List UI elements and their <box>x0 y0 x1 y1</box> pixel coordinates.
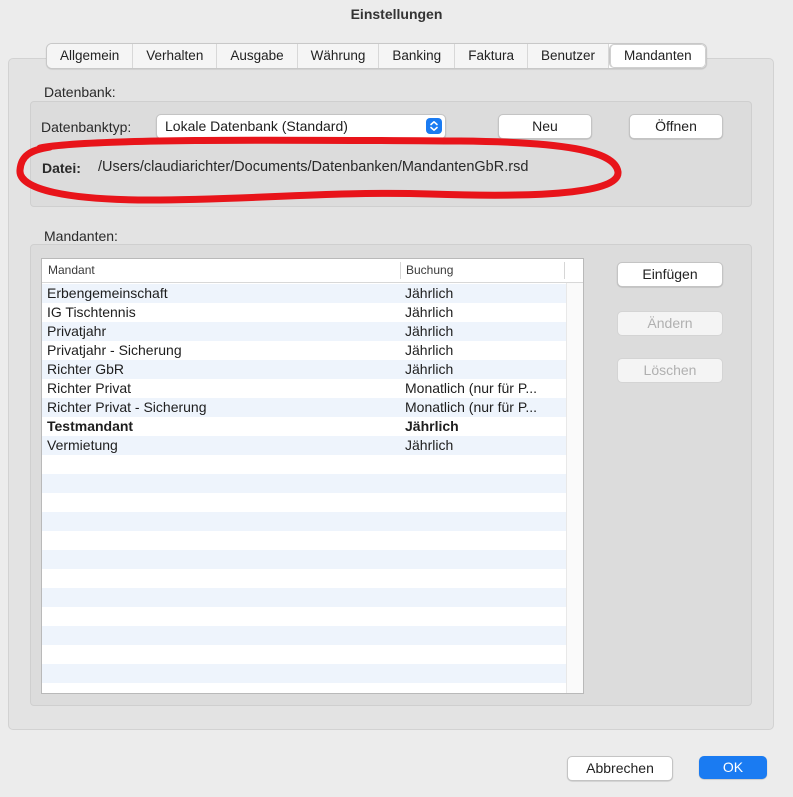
table-scrollbar[interactable] <box>566 283 583 693</box>
column-divider <box>400 262 401 279</box>
ok-button[interactable]: OK <box>699 756 767 779</box>
cell-buchung: Jährlich <box>405 418 459 434</box>
file-path: /Users/claudiarichter/Documents/Datenban… <box>98 159 529 175</box>
table-row[interactable]: Privatjahr Jährlich <box>42 322 566 341</box>
table-row[interactable]: Erbengemeinschaft Jährlich <box>42 284 566 303</box>
delete-client-button[interactable]: Löschen <box>617 358 723 383</box>
cell-mandant: Vermietung <box>47 437 118 453</box>
table-row[interactable]: Richter Privat - Sicherung Monatlich (nu… <box>42 398 566 417</box>
cell-mandant: Erbengemeinschaft <box>47 285 168 301</box>
cell-buchung: Jährlich <box>405 361 454 377</box>
empty-row <box>42 683 566 693</box>
empty-row <box>42 588 566 607</box>
column-divider <box>564 262 565 279</box>
database-type-select[interactable]: Lokale Datenbank (Standard) <box>156 114 446 139</box>
clients-table[interactable]: Mandant Buchung Erbengemeinschaft Jährli… <box>41 258 584 694</box>
column-header-mandant[interactable]: Mandant <box>48 259 95 282</box>
tab-benutzer[interactable]: Benutzer <box>527 44 610 68</box>
clients-section-label: Mandanten: <box>44 228 118 244</box>
empty-row <box>42 569 566 588</box>
empty-row <box>42 493 566 512</box>
table-row[interactable]: Privatjahr - Sicherung Jährlich <box>42 341 566 360</box>
table-header: Mandant Buchung <box>42 259 583 283</box>
tab-ausgabe[interactable]: Ausgabe <box>217 44 298 68</box>
cell-buchung: Monatlich (nur für P... <box>405 380 538 396</box>
empty-row <box>42 455 566 474</box>
empty-row <box>42 531 566 550</box>
tab-mandanten[interactable]: Mandanten <box>609 44 706 68</box>
tab-faktura[interactable]: Faktura <box>455 44 528 68</box>
cell-buchung: Jährlich <box>405 285 454 301</box>
table-row[interactable]: Vermietung Jährlich <box>42 436 566 455</box>
cell-buchung: Jährlich <box>405 304 454 320</box>
table-row[interactable]: Testmandant Jährlich <box>42 417 566 436</box>
cell-buchung: Monatlich (nur für P... <box>405 399 538 415</box>
file-label: Datei: <box>42 160 81 176</box>
cell-mandant: Richter GbR <box>47 361 125 377</box>
chevron-updown-icon <box>426 118 442 134</box>
table-row[interactable]: Richter GbR Jährlich <box>42 360 566 379</box>
cancel-button[interactable]: Abbrechen <box>567 756 673 781</box>
cell-buchung: Jährlich <box>405 437 454 453</box>
open-database-button[interactable]: Öffnen <box>629 114 723 139</box>
cell-mandant: Richter Privat <box>47 380 132 396</box>
table-row[interactable]: Richter Privat Monatlich (nur für P... <box>42 379 566 398</box>
column-header-buchung[interactable]: Buchung <box>406 259 453 282</box>
change-client-button[interactable]: Ändern <box>617 311 723 336</box>
empty-row <box>42 550 566 569</box>
new-database-button[interactable]: Neu <box>498 114 592 139</box>
empty-row <box>42 474 566 493</box>
empty-row <box>42 645 566 664</box>
database-type-label: Datenbanktyp: <box>41 119 132 135</box>
empty-row <box>42 607 566 626</box>
empty-row <box>42 626 566 645</box>
tab-allgemein[interactable]: Allgemein <box>47 44 134 68</box>
cell-mandant: Testmandant <box>47 418 134 434</box>
cell-mandant: Richter Privat - Sicherung <box>47 399 207 415</box>
tab-banking[interactable]: Banking <box>379 44 456 68</box>
cell-buchung: Jährlich <box>405 342 454 358</box>
cell-mandant: IG Tischtennis <box>47 304 136 320</box>
cell-mandant: Privatjahr <box>47 323 107 339</box>
window-title: Einstellungen <box>350 6 443 22</box>
database-type-value: Lokale Datenbank (Standard) <box>165 118 348 134</box>
tab-bar: Allgemein Verhalten Ausgabe Währung Bank… <box>46 43 707 69</box>
cell-mandant: Privatjahr - Sicherung <box>47 342 182 358</box>
cell-buchung: Jährlich <box>405 323 454 339</box>
tab-verhalten[interactable]: Verhalten <box>133 44 218 68</box>
empty-row <box>42 512 566 531</box>
database-section-label: Datenbank: <box>44 84 116 100</box>
empty-row <box>42 664 566 683</box>
table-row[interactable]: IG Tischtennis Jährlich <box>42 303 566 322</box>
tab-waehrung[interactable]: Währung <box>297 44 380 68</box>
insert-client-button[interactable]: Einfügen <box>617 262 723 287</box>
